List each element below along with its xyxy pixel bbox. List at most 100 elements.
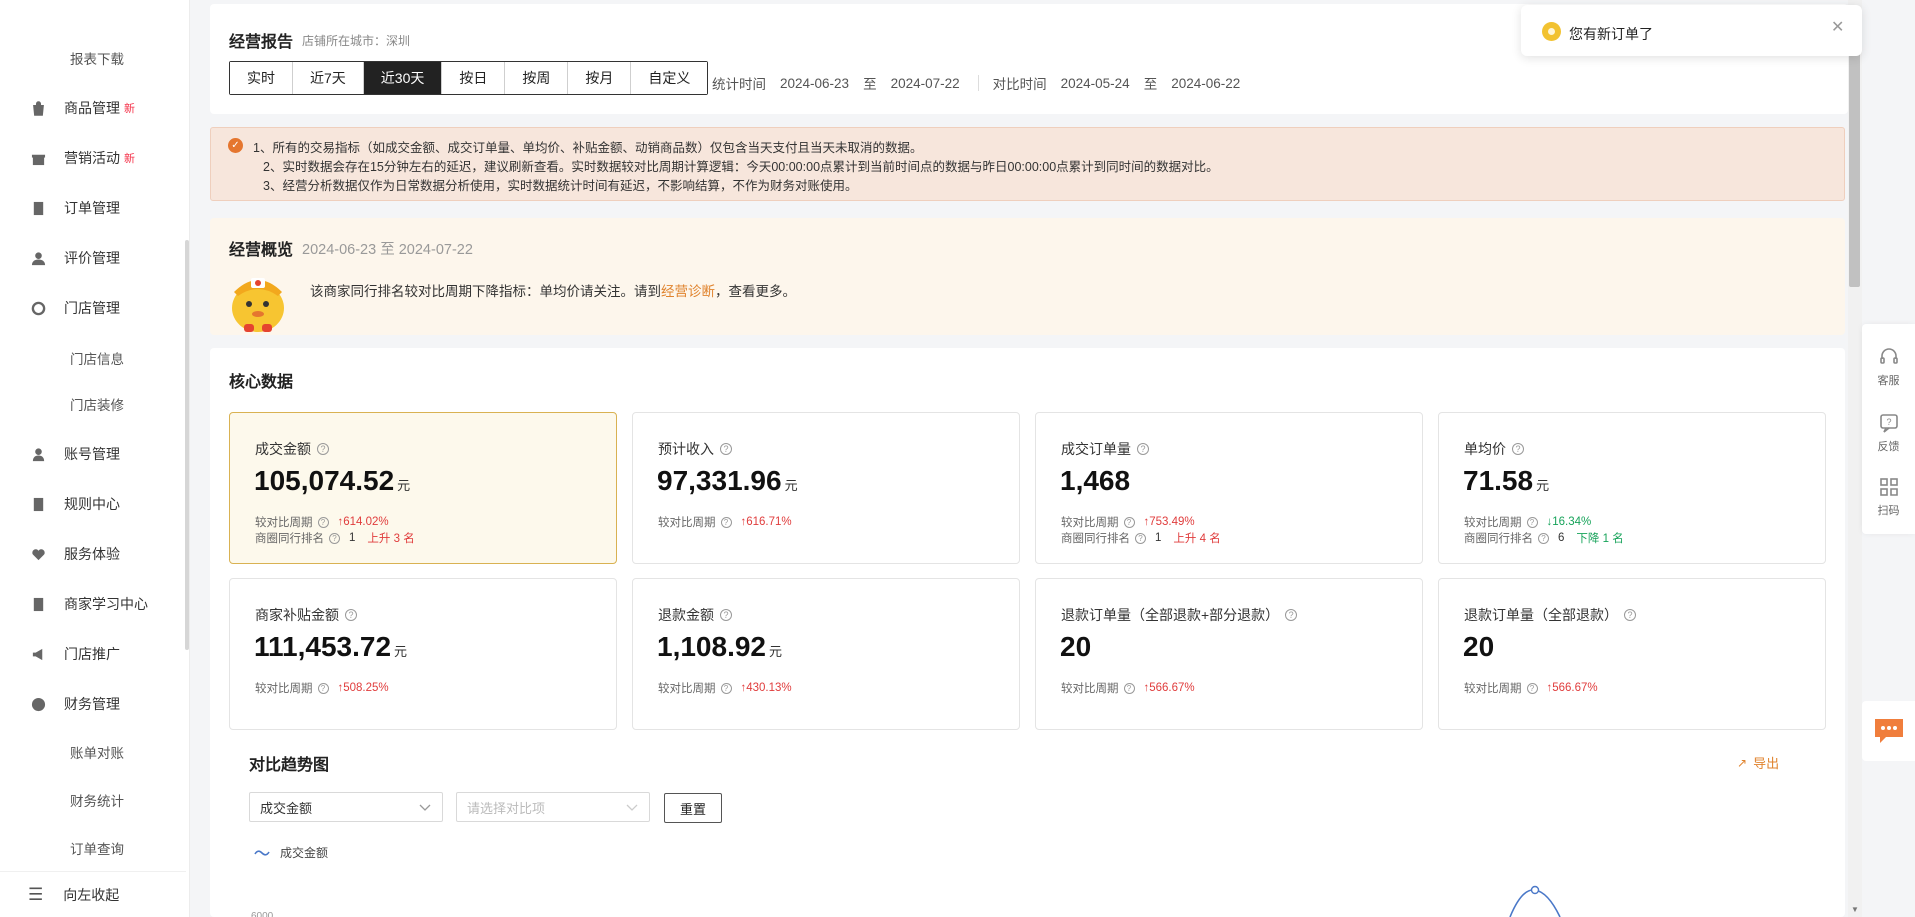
main-content: 经营报告 店铺所在城市：深圳 实时 近7天 近30天 按日 按周 按月 自定义 …: [210, 0, 1848, 917]
tab-7days[interactable]: 近7天: [293, 62, 364, 94]
trend-data-point[interactable]: [1530, 885, 1540, 895]
help-icon[interactable]: ?: [1123, 516, 1135, 528]
help-icon[interactable]: ?: [1538, 532, 1549, 544]
scan-code-button[interactable]: 扫码: [1862, 476, 1915, 536]
rail-label: 反馈: [1877, 441, 1900, 453]
customer-service-button[interactable]: 客服: [1862, 346, 1915, 406]
sidebar-sub-bill-reconcile[interactable]: 账单对账: [70, 734, 124, 770]
chart-legend[interactable]: 成交金额: [254, 844, 328, 861]
metric-value-number: 1,108.92: [657, 631, 766, 662]
chat-float-button[interactable]: [1862, 701, 1915, 761]
sidebar-sub-label: 门店装修: [70, 398, 124, 413]
metric-card-merchant-subsidy[interactable]: 商家补贴金额? 111,453.72 元 较对比周期? ↑ 508.25%: [229, 578, 617, 730]
metric-value-number: 1,468: [1060, 465, 1131, 496]
sidebar-item-learning[interactable]: 商家学习中心: [0, 586, 186, 622]
help-icon[interactable]: ?: [1123, 682, 1135, 694]
sidebar-item-reviews[interactable]: 评价管理: [0, 240, 186, 276]
help-icon[interactable]: ?: [720, 516, 732, 528]
sidebar-scrollbar[interactable]: [185, 240, 189, 650]
sidebar-item-label: 订单管理: [64, 200, 120, 216]
notice-banner: ✓ 1、所有的交易指标（如成交金额、成交订单量、单均价、补贴金额、动销商品数）仅…: [210, 127, 1845, 201]
export-button[interactable]: ↗ 导出: [1737, 753, 1779, 772]
sidebar-sub-store-info[interactable]: 门店信息: [70, 340, 124, 376]
compare-select[interactable]: 请选择对比项: [456, 792, 650, 822]
metric-card-avg-price[interactable]: 单均价? 71.58 元 较对比周期? ↓ 16.34% 商圈同行排名? 6 下降 1 名: [1438, 412, 1826, 564]
sidebar-sub-store-decoration[interactable]: 门店装修: [70, 386, 124, 422]
diagnosis-link[interactable]: 经营诊断: [661, 284, 715, 299]
help-icon[interactable]: ?: [1526, 516, 1538, 528]
close-icon[interactable]: ✕: [1831, 17, 1844, 37]
tab-30days[interactable]: 近30天: [363, 62, 443, 94]
sidebar-item-marketing[interactable]: 营销活动新: [0, 140, 186, 176]
compare-value: 508.25%: [343, 682, 389, 694]
compare-label: 较对比周期: [658, 517, 716, 529]
page-scrollbar-thumb[interactable]: [1849, 44, 1860, 287]
compare-value: 614.02%: [343, 516, 389, 528]
sidebar-sub-label: 订单查询: [70, 842, 124, 857]
metric-label: 退款订单量（全部退款）?: [1464, 605, 1636, 625]
feedback-button[interactable]: ? 反馈: [1862, 412, 1915, 472]
metric-label-text: 商家补贴金额: [255, 607, 339, 623]
tab-by-week[interactable]: 按周: [505, 62, 569, 94]
metric-card-refund-amount[interactable]: 退款金额? 1,108.92 元 较对比周期? ↑ 430.13%: [632, 578, 1020, 730]
compare-time-label: 对比时间: [992, 77, 1047, 92]
metric-card-refund-orders-full[interactable]: 退款订单量（全部退款）? 20 较对比周期? ↑ 566.67%: [1438, 578, 1826, 730]
reset-button[interactable]: 重置: [664, 793, 722, 823]
help-icon[interactable]: ?: [1135, 532, 1146, 544]
metric-card-expected-income[interactable]: 预计收入? 97,331.96 元 较对比周期? ↑ 616.71%: [632, 412, 1020, 564]
metric-value-number: 97,331.96: [657, 465, 782, 496]
tab-custom[interactable]: 自定义: [631, 62, 708, 94]
metric-card-gmv[interactable]: 成交金额? 105,074.52 元 较对比周期? ↑ 614.02% 商圈同行排名?…: [229, 412, 617, 564]
metric-select[interactable]: 成交金额: [249, 792, 443, 822]
to-label: 至: [863, 77, 877, 92]
mascot-illustration: [232, 278, 284, 332]
tab-by-day[interactable]: 按日: [442, 62, 506, 94]
collapse-sidebar-button[interactable]: ☰ 向左收起: [0, 871, 186, 917]
help-icon[interactable]: ?: [720, 443, 732, 455]
tab-by-month[interactable]: 按月: [568, 62, 632, 94]
rank-value: 1: [1155, 532, 1162, 544]
sidebar-item-service[interactable]: 服务体验: [0, 536, 186, 572]
sidebar-item-finance[interactable]: 财务管理: [0, 686, 186, 722]
user-icon: [30, 250, 46, 266]
compare-value: 16.34%: [1552, 516, 1592, 528]
sidebar-item-promotion[interactable]: 门店推广: [0, 636, 186, 672]
help-icon[interactable]: ?: [720, 682, 732, 694]
sidebar-sub-order-query[interactable]: 订单查询: [70, 830, 124, 866]
stat-start-date: 2024-06-23: [780, 75, 850, 91]
help-icon[interactable]: ?: [1137, 443, 1149, 455]
document-icon: [30, 200, 46, 216]
help-icon[interactable]: ?: [1526, 682, 1538, 694]
sidebar-item-rules[interactable]: 规则中心: [0, 486, 186, 522]
compare-row: 较对比周期? ↑ 753.49%: [1061, 514, 1195, 530]
metric-card-orders[interactable]: 成交订单量? 1,468 较对比周期? ↑ 753.49% 商圈同行排名? 1 上升 4…: [1035, 412, 1423, 564]
scroll-down-arrow-icon[interactable]: ▼: [1851, 905, 1859, 914]
help-icon[interactable]: ?: [1624, 609, 1636, 621]
sidebar-sub-report-download[interactable]: 报表下载: [70, 40, 124, 76]
help-icon[interactable]: ?: [317, 682, 329, 694]
help-icon[interactable]: ?: [329, 532, 340, 544]
help-icon[interactable]: ?: [1512, 443, 1524, 455]
collapse-label: 向左收起: [63, 886, 120, 903]
compare-row: 较对比周期? ↑ 566.67%: [1464, 680, 1598, 696]
tab-realtime[interactable]: 实时: [230, 62, 293, 94]
rules-icon: [30, 496, 46, 512]
metric-unit: 元: [1536, 478, 1550, 493]
sidebar-item-products[interactable]: 商品管理新: [0, 90, 186, 126]
sidebar-item-label: 门店管理: [64, 300, 120, 316]
help-icon[interactable]: ?: [317, 443, 329, 455]
metric-label: 商家补贴金额?: [255, 605, 357, 625]
metric-card-refund-orders-all[interactable]: 退款订单量（全部退款+部分退款）? 20 较对比周期? ↑ 566.67%: [1035, 578, 1423, 730]
bag-icon: [30, 100, 46, 116]
help-icon[interactable]: ?: [317, 516, 329, 528]
sidebar-item-accounts[interactable]: 账号管理: [0, 436, 186, 472]
metric-label: 预计收入?: [658, 439, 732, 459]
help-icon[interactable]: ?: [345, 609, 357, 621]
help-icon[interactable]: ?: [720, 609, 732, 621]
sidebar-sub-finance-stats[interactable]: 财务统计: [70, 782, 124, 818]
gear-icon: [30, 300, 46, 316]
rank-change: 上升 4 名: [1173, 533, 1221, 545]
sidebar-item-store[interactable]: 门店管理: [0, 290, 186, 326]
help-icon[interactable]: ?: [1285, 609, 1298, 621]
sidebar-item-orders[interactable]: 订单管理: [0, 190, 186, 226]
